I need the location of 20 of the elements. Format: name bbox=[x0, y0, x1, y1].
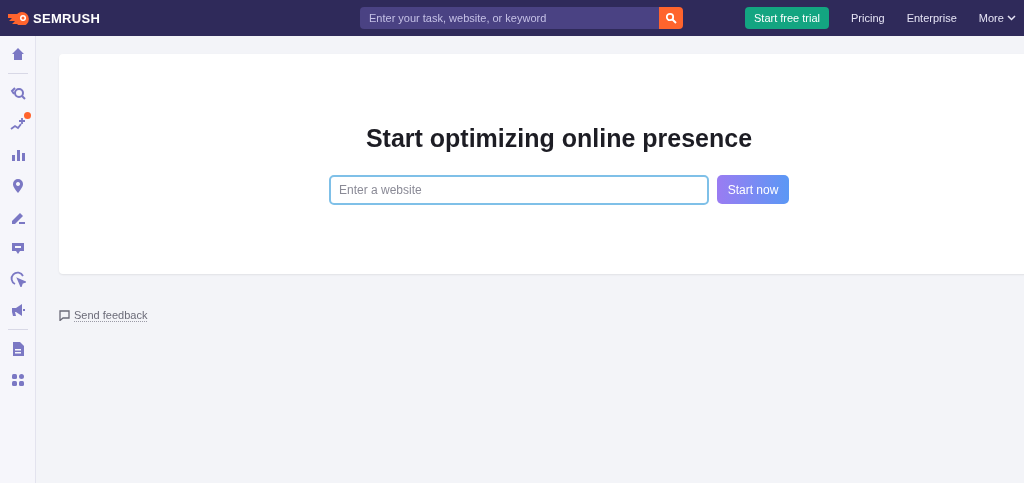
search-icon bbox=[665, 12, 677, 24]
bar-chart-icon[interactable] bbox=[9, 147, 26, 163]
send-feedback-link[interactable]: Send feedback bbox=[74, 309, 148, 322]
brand-logo[interactable]: SEMRUSH bbox=[33, 10, 101, 26]
sparkle-chart-icon[interactable] bbox=[9, 116, 26, 132]
speech-bubble-icon bbox=[59, 310, 70, 321]
chevron-down-icon bbox=[1006, 15, 1016, 21]
chat-bubble-icon[interactable] bbox=[9, 240, 26, 256]
cursor-icon[interactable] bbox=[9, 271, 26, 287]
nav-link[interactable]: Pricing bbox=[851, 12, 885, 24]
magnifier-icon[interactable] bbox=[9, 85, 26, 101]
search-field[interactable]: Enter your task, website, or keyword bbox=[360, 7, 659, 29]
nav-link[interactable]: Enterprise bbox=[906, 12, 957, 24]
page-heading: Start optimizing online presence bbox=[365, 124, 753, 153]
flame-logo-icon bbox=[8, 11, 30, 25]
search-button[interactable] bbox=[659, 7, 683, 29]
website-input-field[interactable]: Enter a website bbox=[329, 175, 709, 205]
megaphone-icon[interactable] bbox=[9, 302, 26, 318]
apps-icon[interactable] bbox=[9, 372, 26, 388]
nav-dropdown[interactable]: More bbox=[978, 12, 1016, 24]
